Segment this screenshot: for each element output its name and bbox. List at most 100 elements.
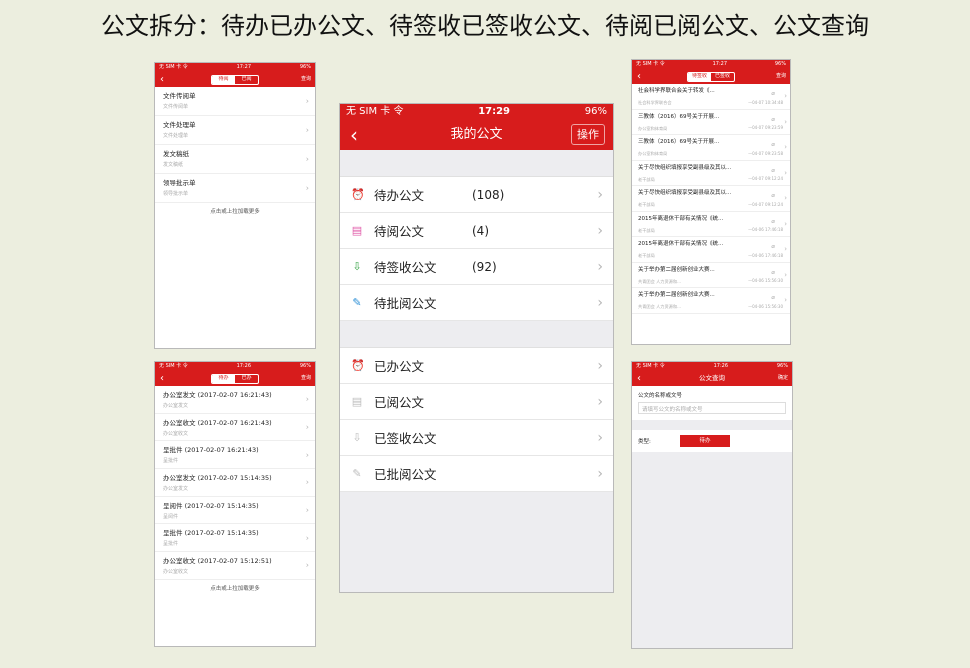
list-item[interactable]: 三教体（2016）69号关于开展... 办公室和体育局 —04-07 09:23:5… [632,110,790,135]
item-title: 2015年离退休干部有关情况《统... [638,215,724,222]
list-item[interactable]: 文件处理单 文件处理单 › [155,116,315,145]
document-category-row[interactable]: ▤ 已阅公文 › [340,384,613,420]
back-icon[interactable]: ‹ [350,120,358,150]
document-category-row[interactable]: ⇩ 已签收公文 › [340,420,613,456]
document-category-row[interactable]: ⏰ 已办公文 › [340,348,613,384]
list-item[interactable]: 办公室收文 (2017-02-07 16:21:43) 办公室收文 › [155,414,315,442]
chevron-right-icon: › [305,560,309,570]
nav-bar: ‹ 我的公文 操作 [340,120,613,150]
item-title: 关于尽快组织填报享受副县级及其以... [638,190,732,196]
chevron-right-icon: › [305,533,309,543]
list-item[interactable]: 办公室收文 (2017-02-07 15:12:51) 办公室收文 › [155,552,315,580]
document-category-row[interactable]: ✎ 待批阅公文 › [340,285,613,321]
page-title: 公文查询 [699,374,725,382]
list-item[interactable]: 领导批示单 领导批示单 › [155,174,315,203]
nav-bar: ‹ 待办 已办 查询 [155,371,315,386]
chevron-right-icon: › [597,258,603,275]
item-subtitle: 办公室发文 [163,486,189,493]
attachment-icon: ⌀ [771,192,775,199]
item-title: 三教体（2016）69号关于开展... [638,113,720,120]
list-item[interactable]: 社会科学界联合会关于转发《... 社会科学界联合会 —04-07 10:34:48 ⌀… [632,84,790,110]
tab-read[interactable]: 已阅 [235,76,258,84]
item-time: —04-06 17:46:18 [748,227,783,232]
list-item[interactable]: 文件传阅单 文件传阅单 › [155,87,315,116]
document-category-row[interactable]: ⇩ 待签收公文 (92) › [340,249,613,285]
status-bar: 无 SIM 卡 令 17:27 96% [155,63,315,72]
item-time: —04-06 15:56:30 [748,278,783,283]
chevron-right-icon: › [597,357,603,374]
query-button[interactable]: 查询 [776,72,786,80]
operate-button[interactable]: 操作 [571,124,605,145]
list-item[interactable]: 关于尽快组织填报享受副县级及其以... 老干部局 —04-07 09:12:24 ⌀ › [632,161,790,186]
type-select[interactable]: 待办 [680,435,730,447]
chevron-right-icon: › [305,183,309,193]
confirm-button[interactable]: 确定 [778,374,788,382]
chevron-right-icon: › [305,125,309,135]
list-item[interactable]: 办公室发文 (2017-02-07 16:21:43) 办公室发文 › [155,386,315,414]
status-bar: 无 SIM 卡 令 17:27 96% [632,60,790,69]
list-item[interactable]: 发文稿纸 发文稿纸 › [155,145,315,174]
tab-todo[interactable]: 待办 [212,375,235,383]
clock: 17:26 [236,363,252,369]
name-search-input[interactable]: 请填写公文的名称或文号 [638,402,786,414]
chevron-right-icon: › [784,245,787,253]
chevron-right-icon: › [784,143,787,151]
item-subtitle: 领导批示单 [163,191,189,197]
list-item[interactable]: 2015年离退休干部有关情况《统... 老干部局 —04-06 17:46:18 ⌀ › [632,237,790,263]
category-label: 已批阅公文 [374,467,437,482]
chevron-right-icon: › [597,186,603,203]
status-bar: 无 SIM 卡 令 17:29 96% [340,104,613,120]
status-bar: 无 SIM 卡 令 17:26 96% [155,362,315,371]
carrier-label: 无 SIM 卡 令 [636,363,665,369]
document-category-row[interactable]: ▤ 待阅公文 (4) › [340,213,613,249]
phone-pending-sign: 无 SIM 卡 令 17:27 96% ‹ 待签收 已签收 查询 社会科学界联合… [631,59,791,345]
back-icon[interactable]: ‹ [637,69,641,84]
item-time: —04-07 09:12:24 [748,176,783,181]
list-item[interactable]: 关于尽快组织填报享受副县级及其以... 老干部局 —04-07 09:12:24 ⌀ › [632,186,790,212]
phone-document-query: 无 SIM 卡 令 17:26 96% ‹ 公文查询 确定 公文的名称或文号 请… [631,361,793,649]
tab-signed[interactable]: 已签收 [711,73,734,81]
list-item[interactable]: 办公室发文 (2017-02-07 15:14:35) 办公室发文 › [155,469,315,497]
list-item[interactable]: 呈批件 (2017-02-07 15:14:35) 呈批件 › [155,524,315,553]
query-button[interactable]: 查询 [301,374,311,382]
sign-inbox-icon: ⇩ [352,430,362,444]
back-icon[interactable]: ‹ [637,371,641,386]
tab-pending-sign[interactable]: 待签收 [688,73,711,81]
item-time: —04-06 17:46:18 [748,252,783,258]
item-title: 办公室发文 (2017-02-07 16:21:43) [163,391,272,399]
status-bar: 无 SIM 卡 令 17:26 96% [632,362,792,371]
item-time: —04-07 09:23:58 [748,150,783,156]
back-icon[interactable]: ‹ [160,72,164,87]
list-item[interactable]: 呈阅件 (2017-02-07 15:14:35) 呈阅件 › [155,497,315,525]
list-item[interactable]: 2015年离退休干部有关情况《统... 老干部局 —04-06 17:46:18 ⌀ › [632,212,790,237]
item-title: 三教体（2016）69号关于开展... [638,139,720,145]
load-more[interactable]: 点击或上拉加载更多 [155,203,315,215]
document-category-row[interactable]: ✎ 已批阅公文 › [340,456,613,492]
category-label: 已阅公文 [374,395,425,410]
attachment-icon: ⌀ [771,217,775,225]
attachment-icon: ⌀ [771,268,775,276]
back-icon[interactable]: ‹ [160,371,164,386]
item-title: 社会科学界联合会关于转发《... [638,88,715,94]
item-time: —04-07 09:23:59 [748,125,783,130]
list-item[interactable]: 三教体（2016）69号关于开展... 办公室和体育局 —04-07 09:23:5… [632,135,790,161]
phone-todo: 无 SIM 卡 令 17:26 96% ‹ 待办 已办 查询 办公室发文 (20… [154,361,316,647]
tab-pending-read[interactable]: 待阅 [212,76,235,84]
document-list: 办公室发文 (2017-02-07 16:21:43) 办公室发文 › 办公室收文 (… [155,386,315,580]
list-item[interactable]: 呈批件 (2017-02-07 16:21:43) 呈批件 › [155,441,315,470]
item-title: 文件处理单 [163,121,196,129]
item-subtitle: 办公室收文 [163,569,189,576]
load-more[interactable]: 点击或上拉加载更多 [155,580,315,592]
item-subtitle: 办公室发文 [163,403,189,409]
list-item[interactable]: 关于举办第二届创新创业大赛... 共青团会 人力资源和... —04-06 15:5… [632,263,790,288]
item-subtitle: 文件处理单 [163,133,189,139]
document-category-row[interactable]: ⏰ 待办公文 (108) › [340,177,613,213]
tab-done[interactable]: 已办 [235,375,258,383]
list-item[interactable]: 关于举办第二届创新创业大赛... 共青团会 人力资源和... —04-06 15:5… [632,288,790,314]
carrier-label: 无 SIM 卡 令 [346,106,404,117]
chevron-right-icon: › [305,154,309,164]
query-button[interactable]: 查询 [301,75,311,83]
type-row: 类型: 待办 [632,430,792,452]
item-title: 办公室收文 (2017-02-07 16:21:43) [163,418,272,427]
